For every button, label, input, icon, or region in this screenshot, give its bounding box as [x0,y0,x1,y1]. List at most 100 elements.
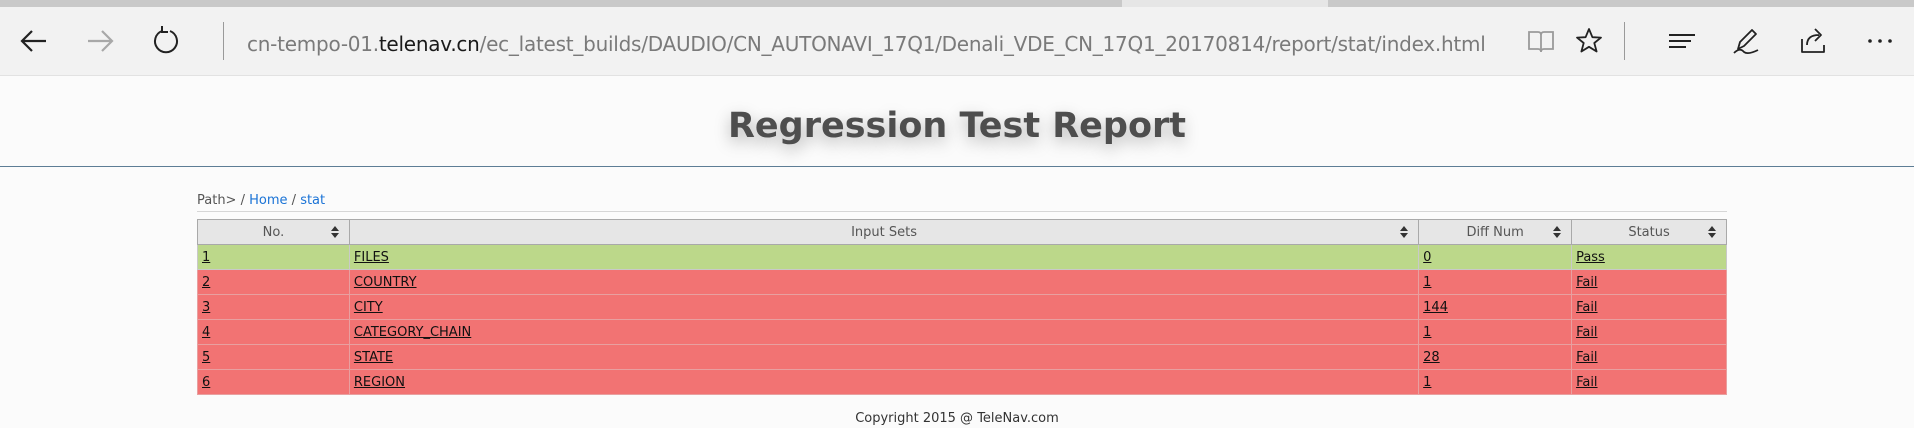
report-table: No. Input Sets Diff Num Status 1 FILES 0… [197,219,1727,395]
row-link[interactable]: 5 [202,350,210,365]
breadcrumb-home[interactable]: Home [249,193,287,208]
cell-no: 3 [197,294,350,320]
browser-toolbar: cn-tempo-01.telenav.cn/ec_latest_builds/… [0,7,1914,76]
cell-no: 5 [197,344,350,370]
hub-button[interactable] [1658,17,1706,65]
more-button[interactable] [1856,17,1904,65]
forward-button[interactable] [76,17,124,65]
path-separator: / [240,193,245,208]
row-link[interactable]: FILES [354,250,389,265]
tab[interactable] [1328,0,1914,7]
sort-icon [1400,226,1409,238]
toolbar-divider [223,22,224,60]
row-link[interactable]: 144 [1423,300,1448,315]
header-label: Diff Num [1466,224,1524,240]
breadcrumb-stat[interactable]: stat [300,193,325,208]
row-link[interactable]: COUNTRY [354,275,417,290]
row-link[interactable]: 2 [202,275,210,290]
row-link[interactable]: 1 [1423,325,1431,340]
row-link[interactable]: STATE [354,350,393,365]
breadcrumb: Path> / Home / stat [197,193,325,208]
cell-input-set: FILES [348,244,1420,270]
row-link[interactable]: Fail [1576,325,1597,340]
sort-icon [1708,226,1716,238]
address-bar[interactable]: cn-tempo-01.telenav.cn/ec_latest_builds/… [247,29,1486,59]
cell-diff: 1 [1418,269,1573,295]
row-link[interactable]: CATEGORY_CHAIN [354,325,471,340]
tab[interactable] [0,0,1122,7]
cell-status: Fail [1571,344,1727,370]
cell-input-set: STATE [348,344,1420,370]
cell-input-set: COUNTRY [348,269,1420,295]
favorite-star-icon [1576,28,1602,53]
table-row: 6 REGION 1 Fail [197,369,1727,395]
favorite-button[interactable] [1565,17,1613,65]
row-link[interactable]: 1 [1423,375,1431,390]
header-label: Input Sets [851,224,917,240]
header-label: No. [262,224,285,240]
toolbar-divider [1624,22,1625,60]
header-label: Status [1628,224,1670,240]
divider [197,211,1727,212]
web-note-icon [1733,29,1759,55]
path-separator: / [291,193,297,208]
reading-view-icon [1528,31,1554,53]
cell-input-set: REGION [348,369,1420,395]
cell-input-set: CATEGORY_CHAIN [348,319,1420,345]
row-link[interactable]: Pass [1576,250,1605,265]
reading-view-button[interactable] [1517,17,1565,65]
row-link[interactable]: Fail [1576,275,1597,290]
path-label: Path> [197,193,237,208]
url-prefix: cn-tempo-01. [247,32,379,56]
cell-status: Fail [1571,269,1727,295]
row-link[interactable]: 28 [1423,350,1440,365]
row-link[interactable]: CITY [354,300,383,315]
web-note-button[interactable] [1722,17,1770,65]
cell-status: Fail [1571,294,1727,320]
cell-diff: 1 [1418,319,1573,345]
cell-no: 1 [197,244,350,270]
cell-status: Fail [1571,319,1727,345]
column-header-status[interactable]: Status [1571,219,1727,245]
cell-status: Pass [1571,244,1727,270]
back-icon [20,30,46,52]
cell-diff: 28 [1418,344,1573,370]
row-link[interactable]: Fail [1576,375,1597,390]
cell-status: Fail [1571,369,1727,395]
row-link[interactable]: 3 [202,300,210,315]
share-icon [1801,28,1825,53]
back-button[interactable] [10,17,58,65]
cell-input-set: CITY [348,294,1420,320]
table-header-row: No. Input Sets Diff Num Status [197,219,1727,245]
row-link[interactable]: 1 [202,250,210,265]
sort-icon [1553,226,1562,238]
share-button[interactable] [1789,17,1837,65]
table-row: 5 STATE 28 Fail [197,344,1727,370]
footer-copyright: Copyright 2015 @ TeleNav.com [855,411,1059,426]
refresh-icon [154,26,178,54]
tab-strip [0,0,1914,7]
row-link[interactable]: 1 [1423,275,1431,290]
row-link[interactable]: 4 [202,325,210,340]
column-header-no[interactable]: No. [197,219,350,245]
row-link[interactable]: 0 [1423,250,1431,265]
hub-icon [1669,34,1695,48]
url-path: /ec_latest_builds/DAUDIO/CN_AUTONAVI_17Q… [479,32,1486,56]
row-link[interactable]: Fail [1576,300,1597,315]
refresh-button[interactable] [142,17,190,65]
row-link[interactable]: 6 [202,375,210,390]
cell-diff: 144 [1418,294,1573,320]
page-header: Regression Test Report [0,76,1914,167]
table-row: 4 CATEGORY_CHAIN 1 Fail [197,319,1727,345]
cell-no: 2 [197,269,350,295]
table-row: 2 COUNTRY 1 Fail [197,269,1727,295]
cell-no: 6 [197,369,350,395]
table-row: 3 CITY 144 Fail [197,294,1727,320]
cell-diff: 1 [1418,369,1573,395]
row-link[interactable]: REGION [354,375,405,390]
table-row: 1 FILES 0 Pass [197,244,1727,270]
column-header-input-sets[interactable]: Input Sets [348,219,1420,245]
row-link[interactable]: Fail [1576,350,1597,365]
sort-icon [330,226,339,238]
column-header-diff-num[interactable]: Diff Num [1418,219,1573,245]
